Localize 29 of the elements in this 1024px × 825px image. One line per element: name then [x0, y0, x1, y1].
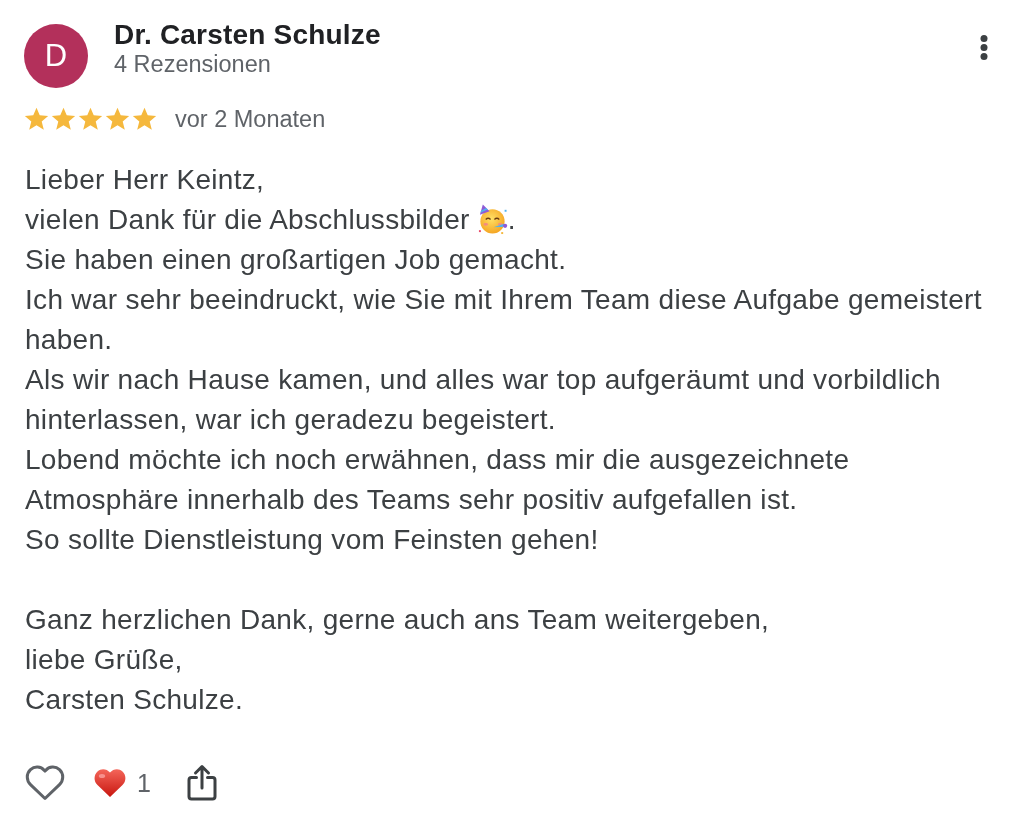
review-text: vielen Dank für die Abschlussbilder [25, 204, 470, 235]
review-count: 4 Rezensionen [114, 50, 271, 78]
star-icon [51, 107, 76, 131]
review-text: Sie haben einen großartigen Job gemacht. [25, 243, 567, 277]
reviewer-name[interactable]: Dr. Carsten Schulze [114, 20, 381, 50]
like-button[interactable] [25, 764, 65, 801]
review-text: . [507, 204, 516, 235]
more-options-button[interactable] [980, 35, 988, 60]
review-text: So sollte Dienstleistung vom Feinsten gehen! [25, 523, 599, 557]
star-icon [78, 107, 103, 131]
review-date: vor 2 Monaten [175, 106, 326, 132]
share-icon [186, 764, 217, 801]
review-text: liebe Grüße, [25, 643, 183, 677]
review-text: Carsten Schulze. [25, 683, 243, 717]
reaction-button[interactable]: 1 [93, 767, 151, 798]
review-text: Lieber Herr Keintz, [25, 163, 265, 197]
star-icon [24, 107, 49, 131]
review-text: Ganz herzlichen Dank, gerne auch ans Team weitergeben, [25, 603, 770, 637]
review-text: Als wir nach Hause kamen, und alles war top aufgeräumt und vorbildlich hinterlassen, war ich geradezu begeistert. [25, 363, 941, 437]
star-icon [105, 107, 130, 131]
heart-emoji-icon [93, 767, 127, 798]
more-vertical-icon [980, 35, 988, 60]
review-text: Ich war sehr beeindruckt, wie Sie mit Ihrem Team diese Aufgabe gemeistert haben. [25, 283, 982, 357]
party-face-icon [476, 204, 508, 235]
review-text: Lobend möchte ich noch erwähnen, dass mir die ausgezeichnete Atmosphäre innerhalb des Teams sehr positiv aufgefallen ist. [25, 443, 850, 517]
avatar: D [24, 24, 88, 88]
star-icon [132, 107, 157, 131]
heart-outline-icon [25, 764, 65, 801]
share-button[interactable] [186, 764, 217, 801]
